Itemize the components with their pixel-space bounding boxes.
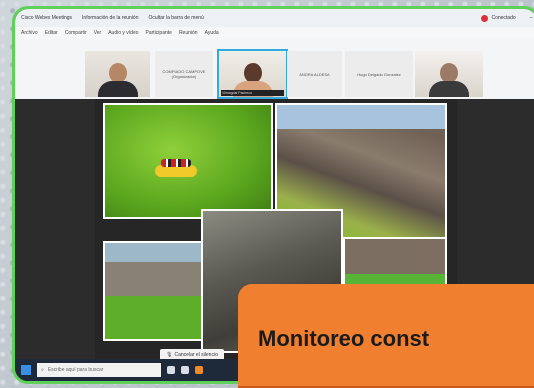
menu-item-compartir[interactable]: Compartir xyxy=(65,30,87,36)
hide-menu-link[interactable]: Ocultar la barra de menú xyxy=(148,15,203,21)
minimize-icon[interactable]: – xyxy=(526,15,534,21)
menu-item-archivo[interactable]: Archivo xyxy=(21,30,38,36)
search-placeholder: Escribe aquí para buscar xyxy=(47,367,104,373)
connection-status[interactable]: Conectado xyxy=(481,14,516,22)
app-title: Cisco Webex Meetings xyxy=(21,15,73,21)
microphone-icon: 🎙 xyxy=(166,352,173,358)
participant-name-tile-1[interactable]: COMPIADO CAMPOVE (Organizador) xyxy=(155,51,213,97)
menu-item-ayuda[interactable]: Ayuda xyxy=(205,30,219,36)
participant-name-tile-4[interactable]: Hugo Delgado Gonzalez xyxy=(345,51,413,97)
person-avatar xyxy=(429,63,469,97)
menu-bar: Archivo Editar Compartir Ver Audio y víd… xyxy=(15,27,534,39)
banner-title: Monitoreo const xyxy=(258,326,430,351)
windows-start-icon[interactable] xyxy=(21,365,31,375)
menu-item-reunion[interactable]: Reunión xyxy=(179,30,198,36)
file-explorer-icon[interactable] xyxy=(181,366,189,374)
participant-name-4: Hugo Delgado Gonzalez xyxy=(357,71,401,77)
title-banner: Monitoreo const xyxy=(238,284,534,388)
participant-role-1: (Organizador) xyxy=(171,74,197,79)
raft-image xyxy=(155,159,197,177)
menu-item-participante[interactable]: Participante xyxy=(146,30,172,36)
menu-item-audio-video[interactable]: Audio y vídeo xyxy=(108,30,138,36)
task-view-icon[interactable] xyxy=(167,366,175,374)
menu-item-ver[interactable]: Ver xyxy=(94,30,102,36)
participant-video-2[interactable]: Vilmagdal Pacheco xyxy=(217,49,288,99)
photo-canyon-lake xyxy=(103,241,203,341)
meeting-info-link[interactable]: Información de la reunión xyxy=(82,15,138,21)
participant-name-3: ANDRA ALDESA xyxy=(299,71,330,77)
participant-name-2: Vilmagdal Pacheco xyxy=(221,90,284,96)
participant-strip: COMPIADO CAMPOVE (Organizador) Vilmagdal… xyxy=(15,39,534,99)
title-bar: Cisco Webex Meetings Información de la r… xyxy=(15,9,534,27)
photo-green-lake-raft xyxy=(103,103,273,219)
participant-name-tile-3[interactable]: ANDRA ALDESA xyxy=(287,51,342,97)
unmute-label: Cancelar el silencio xyxy=(174,352,218,358)
app-icon[interactable] xyxy=(195,366,203,374)
connection-label: Conectado xyxy=(491,15,516,21)
taskbar-search-box[interactable]: ⌕ Escribe aquí para buscar xyxy=(37,363,161,377)
search-icon: ⌕ xyxy=(41,367,44,373)
record-icon xyxy=(481,14,489,22)
left-letterbox xyxy=(15,99,95,359)
person-avatar xyxy=(97,63,138,97)
participant-video-1[interactable] xyxy=(85,51,150,97)
menu-item-editar[interactable]: Editar xyxy=(45,30,58,36)
participant-video-3[interactable] xyxy=(415,51,483,97)
